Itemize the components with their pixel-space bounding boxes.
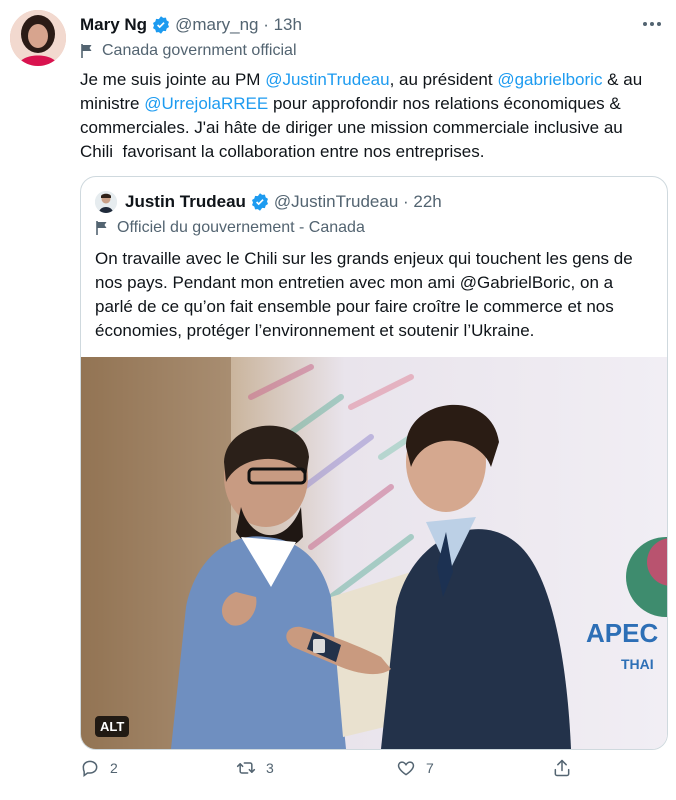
verified-badge-icon	[250, 192, 270, 212]
retweet-count: 3	[266, 760, 274, 776]
like-button[interactable]: 7	[396, 758, 434, 778]
apec-sign-subtext: THAI	[621, 656, 654, 672]
quoted-author-name[interactable]: Justin Trudeau	[125, 192, 246, 212]
quoted-tweet-photo[interactable]: APEC THAI ALT	[81, 357, 667, 749]
share-button[interactable]	[552, 758, 582, 778]
like-count: 7	[426, 760, 434, 776]
retweet-icon	[236, 762, 256, 774]
mention-link[interactable]: @gabrielboric	[497, 70, 602, 89]
tweet-time[interactable]: 13h	[274, 15, 302, 35]
author-avatar[interactable]	[10, 10, 66, 66]
retweet-button[interactable]: 3	[236, 758, 274, 778]
tweet-text: Je me suis jointe au PM @JustinTrudeau, …	[80, 68, 660, 164]
mention-link[interactable]: @UrrejolaRREE	[144, 94, 268, 113]
mention-link[interactable]: @JustinTrudeau	[265, 70, 389, 89]
reply-count: 2	[110, 760, 118, 776]
verified-badge-icon	[151, 15, 171, 35]
quoted-tweet[interactable]: Justin Trudeau @JustinTrudeau · 22h Offi…	[80, 176, 668, 750]
share-icon	[554, 759, 570, 777]
quoted-author-handle[interactable]: @JustinTrudeau	[274, 192, 398, 212]
author-name[interactable]: Mary Ng	[80, 15, 147, 35]
dot-separator: ·	[258, 15, 274, 34]
government-label: Canada government official	[80, 42, 297, 60]
quoted-header: Justin Trudeau @JustinTrudeau · 22h	[125, 189, 442, 215]
alt-text-badge[interactable]: ALT	[95, 716, 130, 737]
tweet-text-part: , au président	[389, 70, 498, 89]
tweet-action-bar: 2 3 7	[80, 758, 580, 790]
quoted-government-label: Officiel du gouvernement - Canada	[95, 219, 365, 237]
tweet-header: Mary Ng @mary_ng · 13h	[80, 12, 656, 38]
tweet-text-part: Je me suis jointe au PM	[80, 70, 266, 89]
more-options-icon[interactable]	[638, 10, 666, 38]
quoted-tweet-time[interactable]: 22h	[413, 192, 441, 212]
reply-button[interactable]: 2	[80, 758, 118, 778]
flag-icon	[80, 43, 94, 59]
quoted-government-label-text: Officiel du gouvernement - Canada	[117, 219, 365, 236]
dot-separator: ·	[398, 192, 414, 211]
author-handle[interactable]: @mary_ng	[175, 15, 258, 35]
reply-icon	[82, 760, 98, 777]
quoted-tweet-text: On travaille avec le Chili sur les grand…	[95, 249, 633, 340]
tweet[interactable]: Mary Ng @mary_ng · 13h Canada government…	[0, 0, 676, 800]
government-label-text: Canada government official	[102, 42, 297, 59]
quoted-author-avatar[interactable]	[95, 191, 117, 213]
heart-icon	[397, 761, 415, 776]
flag-icon	[95, 220, 109, 236]
apec-sign-text: APEC	[586, 618, 658, 648]
